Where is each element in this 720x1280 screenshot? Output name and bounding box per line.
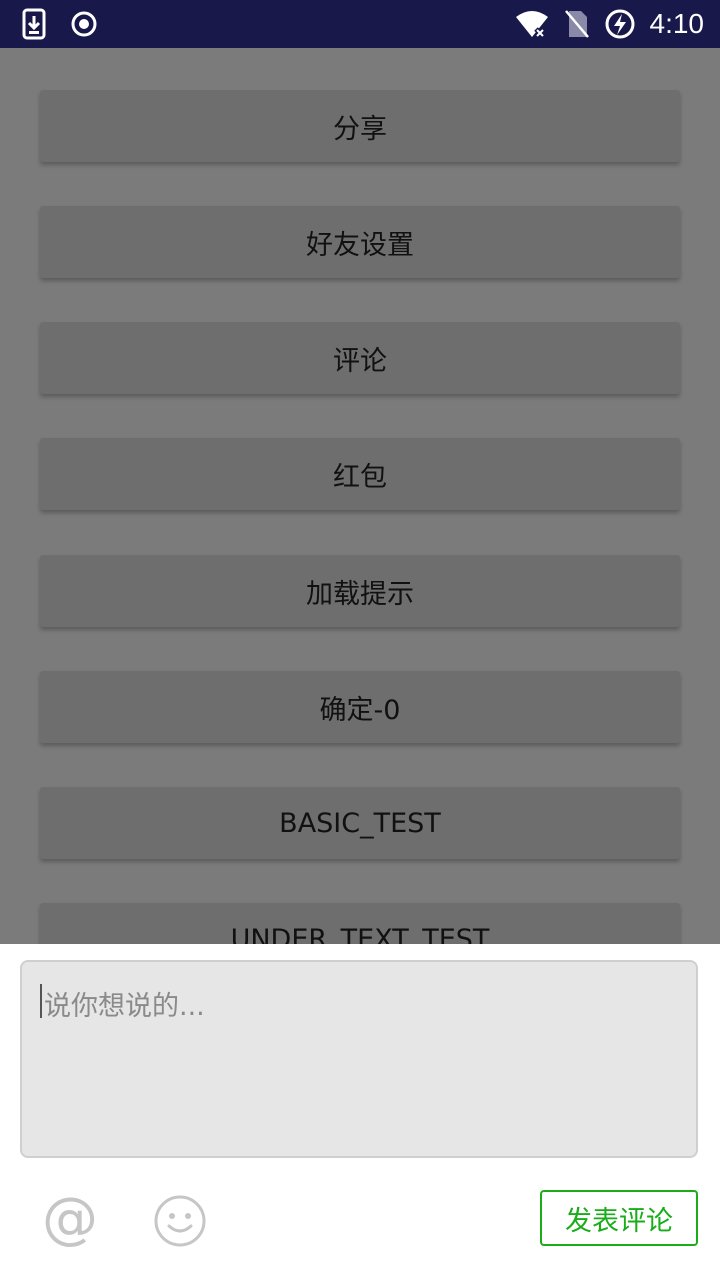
post-comment-button[interactable]: 发表评论 [540, 1190, 698, 1246]
at-mention-icon[interactable]: @ [42, 1190, 100, 1248]
no-sim-icon [564, 9, 590, 39]
under-text-test-button[interactable]: UNDER_TEXT_TEST [40, 903, 680, 944]
status-bar: 4:10 [0, 0, 720, 48]
basic-test-button[interactable]: BASIC_TEST [40, 787, 680, 859]
clock: 4:10 [649, 8, 705, 39]
friend-settings-button[interactable]: 好友设置 [40, 206, 680, 278]
wifi-off-icon [514, 9, 550, 39]
comment-input-placeholder: 说你想说的... [44, 991, 205, 1022]
comment-button[interactable]: 评论 [40, 322, 680, 394]
emoji-icon[interactable] [153, 1194, 207, 1252]
red-packet-button[interactable]: 红包 [40, 438, 680, 510]
button-list: 分享 好友设置 评论 红包 加载提示 确定-0 BASIC_TEST UNDER… [0, 48, 720, 944]
download-icon [22, 8, 46, 40]
confirm-button[interactable]: 确定-0 [40, 671, 680, 743]
text-caret [40, 984, 42, 1018]
comment-input[interactable]: 说你想说的... [20, 960, 698, 1158]
loading-tip-button[interactable]: 加载提示 [40, 555, 680, 627]
record-icon [70, 10, 98, 38]
battery-charging-icon [604, 8, 636, 40]
share-button[interactable]: 分享 [40, 90, 680, 162]
comment-sheet: 说你想说的... @ 发表评论 [0, 944, 720, 1280]
